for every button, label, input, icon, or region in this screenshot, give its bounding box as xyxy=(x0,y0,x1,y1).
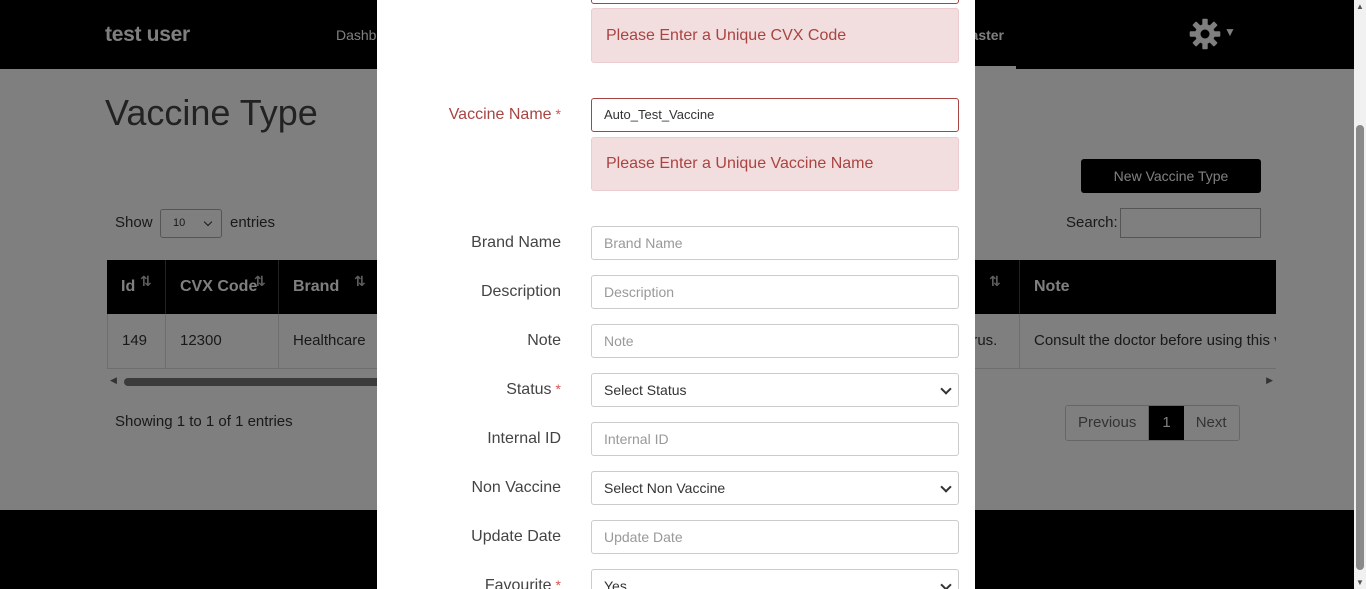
favourite-label: Favourite * xyxy=(397,577,561,589)
description-label: Description xyxy=(480,283,561,300)
non-vaccine-selected-value: Select Non Vaccine xyxy=(604,480,726,496)
vaccine-type-modal: Please Enter a Unique CVX Code Vaccine N… xyxy=(377,0,975,589)
internal-id-input[interactable]: Internal ID xyxy=(591,422,959,456)
cvx-code-field[interactable] xyxy=(591,0,959,4)
cvx-code-error: Please Enter a Unique CVX Code xyxy=(591,8,959,63)
status-selected-value: Select Status xyxy=(604,382,687,398)
required-mark: * xyxy=(555,106,561,122)
required-mark: * xyxy=(555,381,561,397)
favourite-selected-value: Yes xyxy=(604,578,627,589)
non-vaccine-select[interactable]: Select Non Vaccine xyxy=(591,471,959,505)
scroll-up-icon[interactable]: ▲ xyxy=(1356,2,1364,11)
description-input[interactable]: Description xyxy=(591,275,959,309)
brand-name-input[interactable]: Brand Name xyxy=(591,226,959,260)
note-label: Note xyxy=(527,332,561,349)
status-select[interactable]: Select Status xyxy=(591,373,959,407)
status-label: Status * xyxy=(397,381,561,399)
update-date-input[interactable]: Update Date xyxy=(591,520,959,554)
required-mark: * xyxy=(555,577,561,589)
non-vaccine-label: Non Vaccine xyxy=(471,479,561,496)
page-vertical-scrollbar[interactable]: ▲ ▼ xyxy=(1354,0,1366,589)
note-input[interactable]: Note xyxy=(591,324,959,358)
scroll-down-icon[interactable]: ▼ xyxy=(1356,578,1364,587)
chevron-down-icon xyxy=(940,383,952,395)
update-date-label: Update Date xyxy=(471,528,561,545)
label-text: Vaccine Name xyxy=(448,106,552,123)
chevron-down-icon xyxy=(940,481,952,493)
label-text: Favourite xyxy=(484,577,552,589)
scroll-thumb[interactable] xyxy=(1356,125,1364,570)
favourite-select[interactable]: Yes xyxy=(591,569,959,589)
vaccine-name-label: Vaccine Name * xyxy=(397,106,561,124)
vaccine-name-error: Please Enter a Unique Vaccine Name xyxy=(591,137,959,191)
internal-id-label: Internal ID xyxy=(487,430,561,447)
brand-name-label: Brand Name xyxy=(471,234,561,251)
label-text: Status xyxy=(506,381,552,398)
chevron-down-icon xyxy=(940,579,952,589)
vaccine-name-input[interactable]: Auto_Test_Vaccine xyxy=(591,98,959,132)
